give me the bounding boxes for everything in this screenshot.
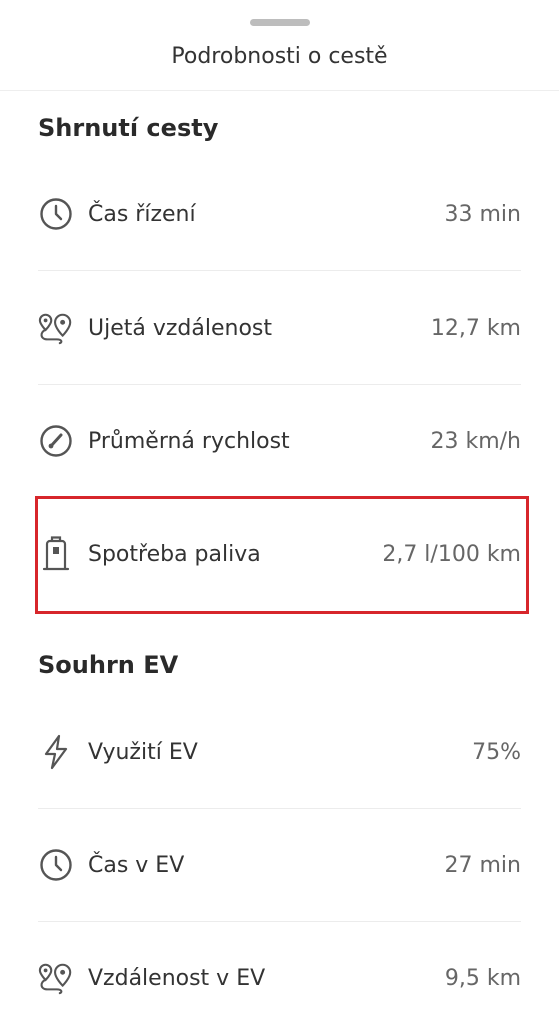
row-value: 33 min: [444, 201, 521, 227]
row-ev-distance: Vzdálenost v EV 9,5 km: [38, 948, 521, 1008]
row-value: 9,5 km: [444, 965, 521, 991]
row-distance: Ujetá vzdálenost 12,7 km: [38, 298, 521, 358]
row-value: 23 km/h: [430, 428, 521, 454]
row-label: Průměrná rychlost: [88, 428, 290, 454]
row-ev-time: Čas v EV 27 min: [38, 835, 521, 895]
row-value: 27 min: [444, 852, 521, 878]
row-label: Čas řízení: [88, 201, 196, 227]
row-label: Čas v EV: [88, 852, 185, 878]
header-divider: [0, 90, 559, 91]
highlight-box: [35, 496, 529, 614]
trip-details-sheet: Podrobnosti o cestě Shrnutí cesty Čas ří…: [0, 0, 559, 1024]
clock-icon: [38, 847, 74, 883]
row-value: 12,7 km: [430, 315, 521, 341]
route-pin-icon: [38, 310, 74, 346]
row-value: 75%: [472, 739, 521, 765]
sheet-drag-handle[interactable]: [250, 19, 310, 26]
row-divider: [38, 808, 521, 809]
trip-summary-title: Shrnutí cesty: [38, 114, 219, 142]
row-average-speed: Průměrná rychlost 23 km/h: [38, 411, 521, 471]
lightning-icon: [38, 734, 74, 770]
row-label: Vzdálenost v EV: [88, 965, 266, 991]
speedometer-icon: [38, 423, 74, 459]
row-driving-time: Čas řízení 33 min: [38, 184, 521, 244]
row-divider: [38, 384, 521, 385]
row-divider: [38, 921, 521, 922]
ev-summary-title: Souhrn EV: [38, 651, 179, 679]
sheet-title: Podrobnosti o cestě: [171, 44, 388, 69]
row-label: Využití EV: [88, 739, 198, 765]
clock-icon: [38, 196, 74, 232]
row-label: Ujetá vzdálenost: [88, 315, 273, 341]
row-ev-usage: Využití EV 75%: [38, 722, 521, 782]
route-pin-icon: [38, 960, 74, 996]
row-divider: [38, 270, 521, 271]
